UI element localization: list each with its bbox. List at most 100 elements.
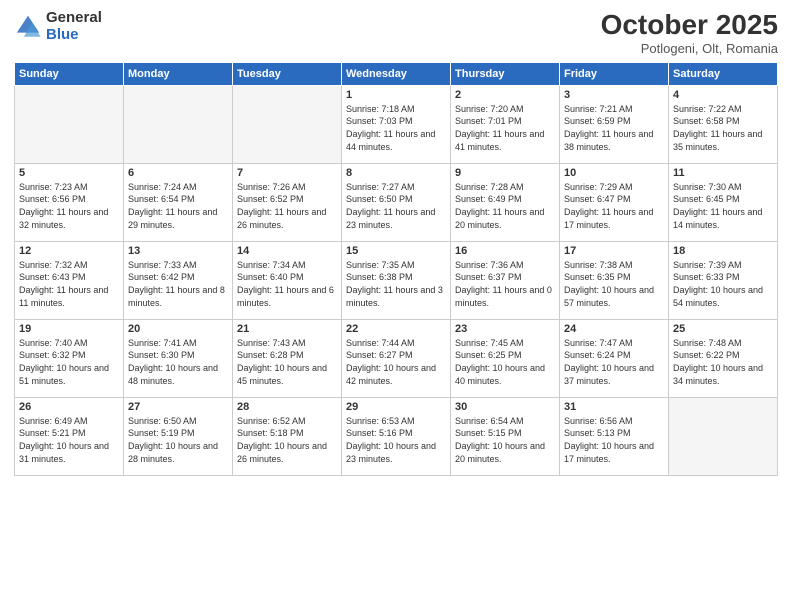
day-number: 16 bbox=[455, 245, 555, 257]
day-info: Sunrise: 6:49 AMSunset: 5:21 PMDaylight:… bbox=[19, 415, 119, 465]
calendar-day bbox=[233, 85, 342, 163]
day-number: 5 bbox=[19, 167, 119, 179]
day-number: 3 bbox=[564, 89, 664, 101]
day-info: Sunrise: 6:52 AMSunset: 5:18 PMDaylight:… bbox=[237, 415, 337, 465]
day-info: Sunrise: 7:44 AMSunset: 6:27 PMDaylight:… bbox=[346, 337, 446, 387]
day-number: 14 bbox=[237, 245, 337, 257]
day-info: Sunrise: 7:35 AMSunset: 6:38 PMDaylight:… bbox=[346, 259, 446, 309]
day-number: 25 bbox=[673, 323, 773, 335]
header-monday: Monday bbox=[124, 62, 233, 85]
calendar-day: 7 Sunrise: 7:26 AMSunset: 6:52 PMDaylight… bbox=[233, 163, 342, 241]
day-info: Sunrise: 7:26 AMSunset: 6:52 PMDaylight:… bbox=[237, 181, 337, 231]
calendar-day: 28Sunrise: 6:52 AMSunset: 5:18 PMDayligh… bbox=[233, 397, 342, 475]
header-thursday: Thursday bbox=[451, 62, 560, 85]
day-info: Sunrise: 7:22 AMSunset: 6:58 PMDaylight:… bbox=[673, 103, 773, 153]
calendar-day: 23 Sunrise: 7:45 AMSunset: 6:25 PMDayligh… bbox=[451, 319, 560, 397]
day-info: Sunrise: 7:38 AMSunset: 6:35 PMDaylight:… bbox=[564, 259, 664, 309]
calendar-container: General Blue October 2025 Potlogeni, Olt… bbox=[0, 0, 792, 612]
day-number: 12 bbox=[19, 245, 119, 257]
day-number: 13 bbox=[128, 245, 228, 257]
calendar-day: 24 Sunrise: 7:47 AMSunset: 6:24 PMDayligh… bbox=[560, 319, 669, 397]
logo-icon bbox=[14, 13, 42, 41]
calendar-week-row: 1 Sunrise: 7:18 AMSunset: 7:03 PMDaylight… bbox=[15, 85, 778, 163]
calendar-day: 11 Sunrise: 7:30 AMSunset: 6:45 PMDayligh… bbox=[669, 163, 778, 241]
day-header-row: Sunday Monday Tuesday Wednesday Thursday… bbox=[15, 62, 778, 85]
logo-general: General bbox=[46, 10, 102, 27]
header: General Blue October 2025 Potlogeni, Olt… bbox=[14, 10, 778, 56]
calendar-day: 10 Sunrise: 7:29 AMSunset: 6:47 PMDayligh… bbox=[560, 163, 669, 241]
day-number: 22 bbox=[346, 323, 446, 335]
calendar-day: 13 Sunrise: 7:33 AMSunset: 6:42 PMDayligh… bbox=[124, 241, 233, 319]
calendar-day: 15 Sunrise: 7:35 AMSunset: 6:38 PMDayligh… bbox=[342, 241, 451, 319]
day-info: Sunrise: 7:18 AMSunset: 7:03 PMDaylight:… bbox=[346, 103, 446, 153]
day-number: 15 bbox=[346, 245, 446, 257]
day-info: Sunrise: 6:56 AMSunset: 5:13 PMDaylight:… bbox=[564, 415, 664, 465]
header-wednesday: Wednesday bbox=[342, 62, 451, 85]
day-info: Sunrise: 6:53 AMSunset: 5:16 PMDaylight:… bbox=[346, 415, 446, 465]
calendar-day: 19Sunrise: 7:40 AMSunset: 6:32 PMDayligh… bbox=[15, 319, 124, 397]
calendar-day: 25Sunrise: 7:48 AMSunset: 6:22 PMDayligh… bbox=[669, 319, 778, 397]
day-info: Sunrise: 7:45 AMSunset: 6:25 PMDaylight:… bbox=[455, 337, 555, 387]
month-title: October 2025 bbox=[601, 10, 778, 41]
day-info: Sunrise: 7:21 AMSunset: 6:59 PMDaylight:… bbox=[564, 103, 664, 153]
day-number: 19 bbox=[19, 323, 119, 335]
day-info: Sunrise: 7:24 AMSunset: 6:54 PMDaylight:… bbox=[128, 181, 228, 231]
day-info: Sunrise: 7:34 AMSunset: 6:40 PMDaylight:… bbox=[237, 259, 337, 309]
day-number: 1 bbox=[346, 89, 446, 101]
day-number: 30 bbox=[455, 401, 555, 413]
day-number: 18 bbox=[673, 245, 773, 257]
calendar-day: 31 Sunrise: 6:56 AMSunset: 5:13 PMDayligh… bbox=[560, 397, 669, 475]
header-friday: Friday bbox=[560, 62, 669, 85]
day-number: 27 bbox=[128, 401, 228, 413]
calendar-day: 20 Sunrise: 7:41 AMSunset: 6:30 PMDayligh… bbox=[124, 319, 233, 397]
logo-blue: Blue bbox=[46, 27, 102, 44]
header-sunday: Sunday bbox=[15, 62, 124, 85]
calendar-day: 9Sunrise: 7:28 AMSunset: 6:49 PMDaylight… bbox=[451, 163, 560, 241]
calendar-day: 17 Sunrise: 7:38 AMSunset: 6:35 PMDayligh… bbox=[560, 241, 669, 319]
calendar-day: 4Sunrise: 7:22 AMSunset: 6:58 PMDaylight… bbox=[669, 85, 778, 163]
day-number: 6 bbox=[128, 167, 228, 179]
calendar-day bbox=[124, 85, 233, 163]
calendar-week-row: 26 Sunrise: 6:49 AMSunset: 5:21 PMDayligh… bbox=[15, 397, 778, 475]
calendar-day: 27 Sunrise: 6:50 AMSunset: 5:19 PMDayligh… bbox=[124, 397, 233, 475]
calendar-day bbox=[669, 397, 778, 475]
day-number: 21 bbox=[237, 323, 337, 335]
day-info: Sunrise: 7:27 AMSunset: 6:50 PMDaylight:… bbox=[346, 181, 446, 231]
day-number: 23 bbox=[455, 323, 555, 335]
day-number: 24 bbox=[564, 323, 664, 335]
day-number: 10 bbox=[564, 167, 664, 179]
day-number: 11 bbox=[673, 167, 773, 179]
calendar-day: 14 Sunrise: 7:34 AMSunset: 6:40 PMDayligh… bbox=[233, 241, 342, 319]
day-info: Sunrise: 7:33 AMSunset: 6:42 PMDaylight:… bbox=[128, 259, 228, 309]
day-info: Sunrise: 7:30 AMSunset: 6:45 PMDaylight:… bbox=[673, 181, 773, 231]
calendar-day: 21 Sunrise: 7:43 AMSunset: 6:28 PMDayligh… bbox=[233, 319, 342, 397]
day-info: Sunrise: 7:28 AMSunset: 6:49 PMDaylight:… bbox=[455, 181, 555, 231]
day-info: Sunrise: 7:32 AMSunset: 6:43 PMDaylight:… bbox=[19, 259, 119, 309]
calendar-day: 30 Sunrise: 6:54 AMSunset: 5:15 PMDayligh… bbox=[451, 397, 560, 475]
calendar-day bbox=[15, 85, 124, 163]
day-info: Sunrise: 6:54 AMSunset: 5:15 PMDaylight:… bbox=[455, 415, 555, 465]
header-saturday: Saturday bbox=[669, 62, 778, 85]
day-number: 26 bbox=[19, 401, 119, 413]
day-info: Sunrise: 7:41 AMSunset: 6:30 PMDaylight:… bbox=[128, 337, 228, 387]
day-info: Sunrise: 7:23 AMSunset: 6:56 PMDaylight:… bbox=[19, 181, 119, 231]
day-number: 2 bbox=[455, 89, 555, 101]
day-info: Sunrise: 7:39 AMSunset: 6:33 PMDaylight:… bbox=[673, 259, 773, 309]
calendar-day: 1 Sunrise: 7:18 AMSunset: 7:03 PMDaylight… bbox=[342, 85, 451, 163]
day-info: Sunrise: 7:29 AMSunset: 6:47 PMDaylight:… bbox=[564, 181, 664, 231]
title-block: October 2025 Potlogeni, Olt, Romania bbox=[601, 10, 778, 56]
calendar-day: 22 Sunrise: 7:44 AMSunset: 6:27 PMDayligh… bbox=[342, 319, 451, 397]
day-number: 17 bbox=[564, 245, 664, 257]
calendar-day: 8Sunrise: 7:27 AMSunset: 6:50 PMDaylight… bbox=[342, 163, 451, 241]
logo-text: General Blue bbox=[46, 10, 102, 43]
calendar-day: 6 Sunrise: 7:24 AMSunset: 6:54 PMDaylight… bbox=[124, 163, 233, 241]
day-info: Sunrise: 6:50 AMSunset: 5:19 PMDaylight:… bbox=[128, 415, 228, 465]
day-number: 20 bbox=[128, 323, 228, 335]
calendar-day: 5 Sunrise: 7:23 AMSunset: 6:56 PMDaylight… bbox=[15, 163, 124, 241]
day-number: 31 bbox=[564, 401, 664, 413]
day-info: Sunrise: 7:20 AMSunset: 7:01 PMDaylight:… bbox=[455, 103, 555, 153]
day-number: 7 bbox=[237, 167, 337, 179]
logo: General Blue bbox=[14, 10, 102, 43]
day-info: Sunrise: 7:43 AMSunset: 6:28 PMDaylight:… bbox=[237, 337, 337, 387]
day-info: Sunrise: 7:47 AMSunset: 6:24 PMDaylight:… bbox=[564, 337, 664, 387]
